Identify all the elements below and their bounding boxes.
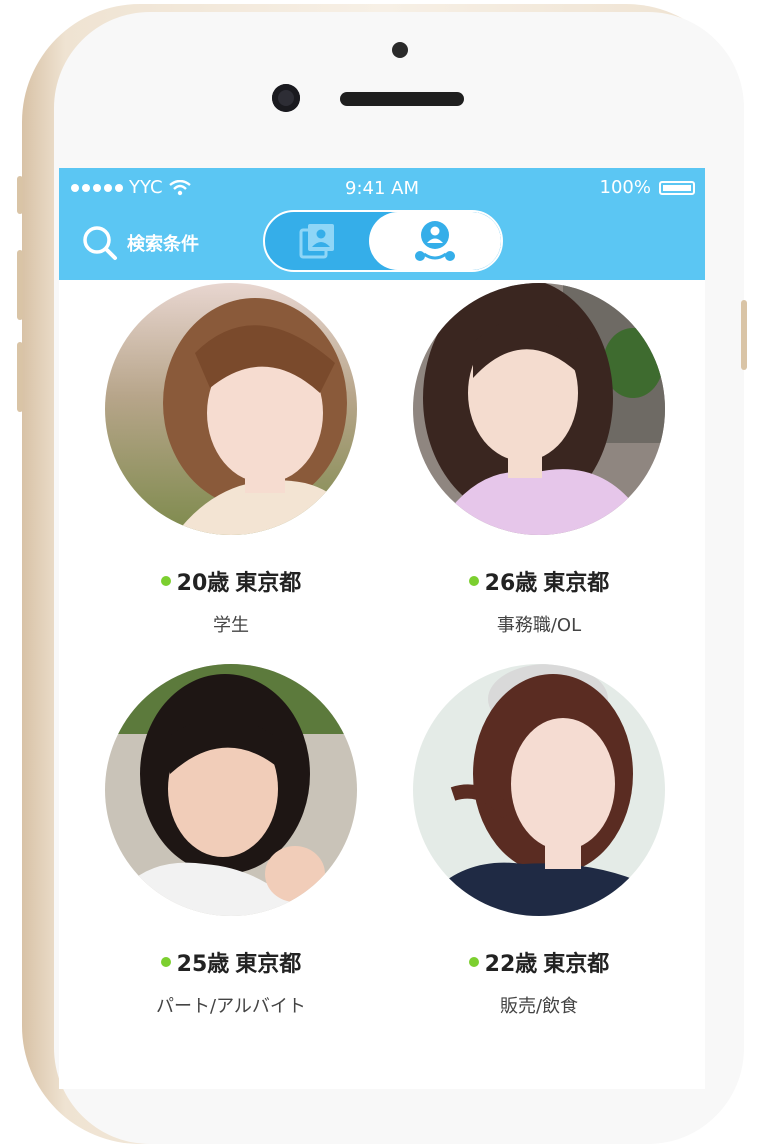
battery-icon (659, 180, 695, 195)
profile-summary: 20歳 東京都 (81, 565, 381, 597)
profile-card[interactable]: 20歳 東京都 学生 (81, 283, 381, 637)
earpiece-speaker (340, 92, 464, 106)
status-bar: YYC 9:41 AM 100% (59, 168, 705, 206)
profile-card[interactable]: 26歳 東京都 事務職/OL (389, 283, 689, 637)
online-indicator (160, 576, 171, 586)
profile-summary: 25歳 東京都 (81, 946, 381, 978)
profile-age: 26歳 (484, 571, 538, 596)
list-view-tab[interactable] (369, 212, 501, 270)
online-indicator (468, 576, 479, 586)
mute-switch (17, 176, 23, 214)
album-icon (299, 224, 334, 259)
profile-photo[interactable] (413, 664, 665, 916)
volume-down-button (17, 342, 23, 412)
profile-card[interactable]: 25歳 東京都 パート/アルバイト (81, 664, 381, 1018)
online-indicator (160, 957, 171, 967)
front-camera (272, 84, 300, 112)
search-conditions-label: 検索条件 (127, 234, 199, 255)
album-view-tab[interactable] (265, 212, 371, 270)
app-screen: YYC 9:41 AM 100% 検索条件 20歳 東京都 学生 26歳 東京都… (59, 168, 705, 1089)
navigation-bar: 検索条件 (59, 206, 705, 280)
proximity-sensor (392, 42, 408, 58)
profile-photo[interactable] (105, 283, 357, 535)
profile-summary: 22歳 東京都 (389, 946, 689, 978)
search-conditions-button[interactable]: 検索条件 (81, 224, 199, 262)
profile-photo[interactable] (105, 664, 357, 916)
profile-location: 東京都 (235, 952, 302, 977)
profile-location: 東京都 (235, 571, 302, 596)
profile-occupation: 販売/飲食 (499, 996, 579, 1017)
search-icon (83, 226, 117, 260)
volume-up-button (17, 250, 23, 320)
view-toggle (263, 210, 503, 272)
profile-age: 22歳 (484, 952, 538, 977)
profile-location: 東京都 (543, 952, 610, 977)
profile-summary: 26歳 東京都 (389, 565, 689, 597)
profile-photo[interactable] (413, 283, 665, 535)
profile-age: 20歳 (176, 571, 230, 596)
profile-occupation: 学生 (213, 615, 249, 636)
power-button (741, 300, 747, 370)
profile-card[interactable]: 22歳 東京都 販売/飲食 (389, 664, 689, 1018)
battery-percent: 100% (599, 177, 651, 198)
profile-occupation: 事務職/OL (496, 615, 582, 636)
profile-age: 25歳 (176, 952, 230, 977)
user-group-icon (415, 221, 455, 261)
battery-status: 100% (600, 177, 695, 198)
online-indicator (468, 957, 479, 967)
profile-occupation: パート/アルバイト (156, 996, 306, 1017)
profile-location: 東京都 (543, 571, 610, 596)
